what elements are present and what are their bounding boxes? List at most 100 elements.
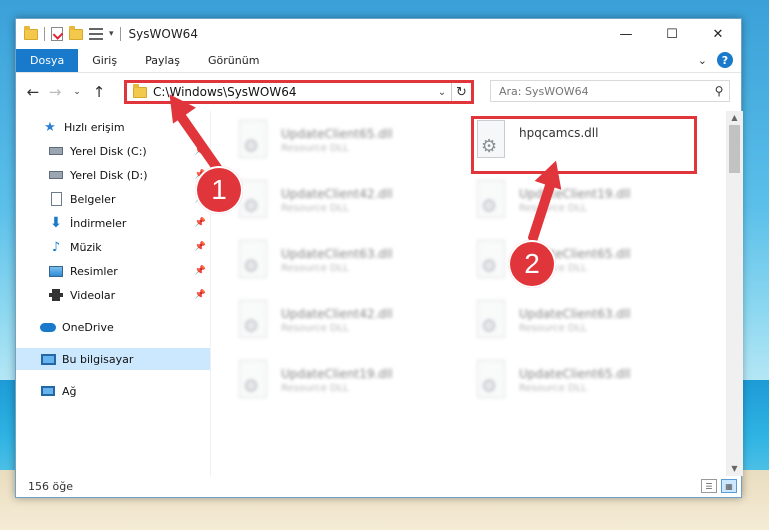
file-item[interactable]: ⚙ UpdateClient63.dll Resource DLL — [473, 297, 703, 343]
sidebar-item-label: Resimler — [70, 264, 118, 278]
tab-view[interactable]: Görünüm — [194, 49, 273, 72]
details-view-icon[interactable]: ☰ — [701, 479, 717, 493]
file-item[interactable]: ⚙ UpdateClient42.dll Resource DLL — [235, 177, 465, 223]
dll-file-icon: ⚙ — [235, 300, 269, 340]
sidebar-item-local-disk-c[interactable]: Yerel Disk (C:) 📌 — [16, 140, 210, 162]
properties-icon[interactable] — [51, 27, 63, 41]
file-item[interactable]: ⚙ UpdateClient65.dllResource DLL — [235, 117, 465, 163]
sidebar-item-label: Yerel Disk (D:) — [70, 168, 148, 182]
step-badge-1: 1 — [195, 166, 243, 214]
search-icon[interactable]: ⚲ — [709, 84, 729, 98]
file-name: UpdateClient65.dll — [281, 126, 393, 141]
sidebar-item-pictures[interactable]: Resimler 📌 — [16, 260, 210, 282]
sidebar-item-label: OneDrive — [62, 320, 114, 334]
file-type: Resource DLL — [281, 142, 349, 154]
sidebar-item-label: Bu bilgisayar — [62, 352, 134, 366]
search-input[interactable] — [499, 84, 709, 98]
drive-icon — [49, 171, 63, 179]
dll-file-icon: ⚙ — [473, 180, 507, 220]
pin-icon: 📌 — [194, 266, 206, 276]
file-item[interactable]: ⚙ UpdateClient19.dll Resource DLL — [473, 177, 703, 223]
step-badge-2: 2 — [508, 240, 556, 288]
minimize-button[interactable]: — — [603, 19, 649, 49]
scroll-down-icon[interactable]: ▼ — [726, 462, 743, 476]
scroll-up-icon[interactable]: ▲ — [726, 111, 743, 125]
sidebar-item-onedrive[interactable]: OneDrive — [16, 316, 210, 338]
pin-icon: 📌 — [194, 290, 206, 300]
videos-icon — [49, 289, 63, 301]
pin-icon: 📌 — [194, 218, 206, 228]
file-type: Resource DLL — [281, 262, 349, 274]
sidebar-item-label: Belgeler — [70, 192, 116, 206]
file-name: UpdateClient42.dll — [281, 306, 393, 321]
dll-file-icon: ⚙ — [235, 120, 269, 160]
sidebar-item-this-pc[interactable]: Bu bilgisayar — [16, 348, 210, 370]
maximize-button[interactable]: ☐ — [649, 19, 695, 49]
computer-icon — [40, 353, 56, 365]
download-icon: ⬇ — [50, 215, 62, 231]
file-item[interactable]: ⚙ UpdateClient42.dll Resource DLL — [235, 297, 465, 343]
sidebar-item-label: Ağ — [62, 384, 77, 398]
pin-icon: 📌 — [194, 242, 206, 252]
customize-toolbar-icon[interactable] — [89, 28, 103, 40]
scroll-thumb[interactable] — [729, 125, 740, 173]
file-name: UpdateClient63.dll — [281, 246, 393, 261]
new-folder-icon[interactable] — [69, 25, 83, 40]
status-bar: 156 öğe ☰ ▦ — [16, 475, 743, 497]
tab-share[interactable]: Paylaş — [131, 49, 194, 72]
help-icon[interactable]: ? — [717, 52, 733, 68]
view-buttons: ☰ ▦ — [701, 479, 737, 493]
up-button[interactable]: ↑ — [88, 81, 110, 103]
file-item[interactable]: ⚙ UpdateClient65.dllResource DLL — [473, 357, 703, 403]
sidebar-item-label: Müzik — [70, 240, 102, 254]
expand-ribbon-icon[interactable]: ⌄ — [698, 54, 707, 67]
file-type: Resource DLL — [519, 382, 587, 394]
quick-access-toolbar: ▾ — [16, 19, 121, 49]
navigation-pane: ★ Hızlı erişim Yerel Disk (C:) 📌 Yerel D… — [16, 111, 210, 476]
file-item[interactable]: ⚙ UpdateClient19.dll Resource DLL — [235, 357, 465, 403]
dll-file-icon: ⚙ — [473, 240, 507, 280]
folder-icon — [133, 83, 147, 98]
sidebar-item-label: İndirmeler — [70, 216, 127, 230]
music-icon: ♪ — [51, 239, 61, 255]
item-count: 156 öğe — [28, 479, 73, 493]
ribbon-tabs: Dosya Giriş Paylaş Görünüm ⌄ ? — [16, 49, 741, 73]
vertical-scrollbar[interactable]: ▲ ▼ — [726, 111, 743, 476]
refresh-icon[interactable]: ↻ — [451, 83, 471, 101]
chevron-down-icon[interactable]: ▾ — [109, 29, 114, 39]
window-title: SysWOW64 — [128, 27, 198, 41]
sidebar-item-downloads[interactable]: ⬇ İndirmeler 📌 — [16, 212, 210, 234]
folder-icon — [24, 25, 38, 40]
sidebar-item-label: Hızlı erişim — [64, 120, 125, 134]
toolbar-divider — [44, 27, 45, 41]
file-type: Resource DLL — [281, 322, 349, 334]
file-type: Resource DLL — [281, 382, 349, 394]
sidebar-item-documents[interactable]: Belgeler 📌 — [16, 188, 210, 210]
pictures-icon — [49, 265, 63, 277]
search-box[interactable]: ⚲ — [490, 80, 730, 102]
tab-file[interactable]: Dosya — [16, 49, 79, 72]
forward-button[interactable]: → — [44, 81, 66, 103]
recent-locations-button[interactable]: ⌄ — [66, 81, 88, 103]
file-name: UpdateClient65.dll — [519, 366, 631, 381]
toolbar-divider — [119, 27, 121, 41]
file-name: UpdateClient63.dll — [519, 306, 631, 321]
file-item[interactable]: ⚙ UpdateClient63.dll Resource DLL — [235, 237, 465, 283]
sidebar-item-label: Yerel Disk (C:) — [70, 144, 147, 158]
file-name: UpdateClient19.dll — [281, 366, 393, 381]
cloud-icon — [40, 322, 56, 332]
sidebar-item-network[interactable]: Ağ — [16, 380, 210, 402]
tab-home[interactable]: Giriş — [78, 49, 131, 72]
sidebar-item-local-disk-d[interactable]: Yerel Disk (D:) 📌 — [16, 164, 210, 186]
title-bar: ▾ SysWOW64 — ☐ ✕ — [16, 19, 741, 49]
back-button[interactable]: ← — [22, 81, 44, 103]
address-path[interactable]: C:\Windows\SysWOW64 — [153, 85, 433, 99]
large-icons-view-icon[interactable]: ▦ — [721, 479, 737, 493]
sidebar-item-music[interactable]: ♪ Müzik 📌 — [16, 236, 210, 258]
explorer-window: ▾ SysWOW64 — ☐ ✕ Dosya Giriş Paylaş Görü… — [15, 18, 743, 498]
close-button[interactable]: ✕ — [695, 19, 741, 49]
sidebar-item-videos[interactable]: Videolar 📌 — [16, 284, 210, 306]
star-icon: ★ — [44, 119, 56, 135]
address-dropdown-icon[interactable]: ⌄ — [433, 87, 451, 98]
window-controls: — ☐ ✕ — [603, 19, 741, 49]
